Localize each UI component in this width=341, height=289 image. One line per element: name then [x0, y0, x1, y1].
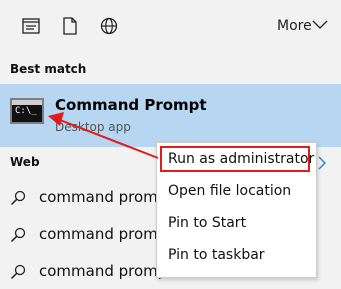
command-prompt-icon-text: C:\_ [15, 106, 37, 116]
chevron-down-icon[interactable] [312, 20, 328, 30]
web-result-label: command prompt [39, 225, 174, 243]
more-button[interactable]: More [277, 18, 312, 34]
globe-icon[interactable] [95, 12, 123, 40]
search-toolbar: More [0, 0, 341, 56]
best-match-heading: Best match [10, 62, 87, 76]
search-icon [10, 264, 26, 280]
best-match-title: Command Prompt [55, 96, 207, 114]
web-result-label: command prompt [39, 188, 174, 206]
menu-item-pin-to-taskbar[interactable]: Pin to taskbar [168, 247, 265, 263]
search-icon [10, 190, 26, 206]
web-heading: Web [10, 155, 40, 169]
best-match-result[interactable]: C:\_ Command Prompt Desktop app [0, 84, 341, 147]
chevron-right-icon[interactable] [318, 156, 326, 170]
best-match-subtitle: Desktop app [55, 120, 131, 134]
menu-item-open-file-location[interactable]: Open file location [168, 183, 291, 199]
menu-item-run-as-administrator[interactable]: Run as administrator [168, 151, 314, 167]
search-icon [10, 227, 26, 243]
menu-item-pin-to-start[interactable]: Pin to Start [168, 215, 246, 231]
document-list-icon[interactable] [17, 12, 45, 40]
file-icon[interactable] [56, 12, 84, 40]
command-prompt-icon: C:\_ [10, 98, 44, 124]
context-menu: Run as administrator Open file location … [156, 142, 317, 278]
web-result-label: command prompt [39, 262, 174, 280]
